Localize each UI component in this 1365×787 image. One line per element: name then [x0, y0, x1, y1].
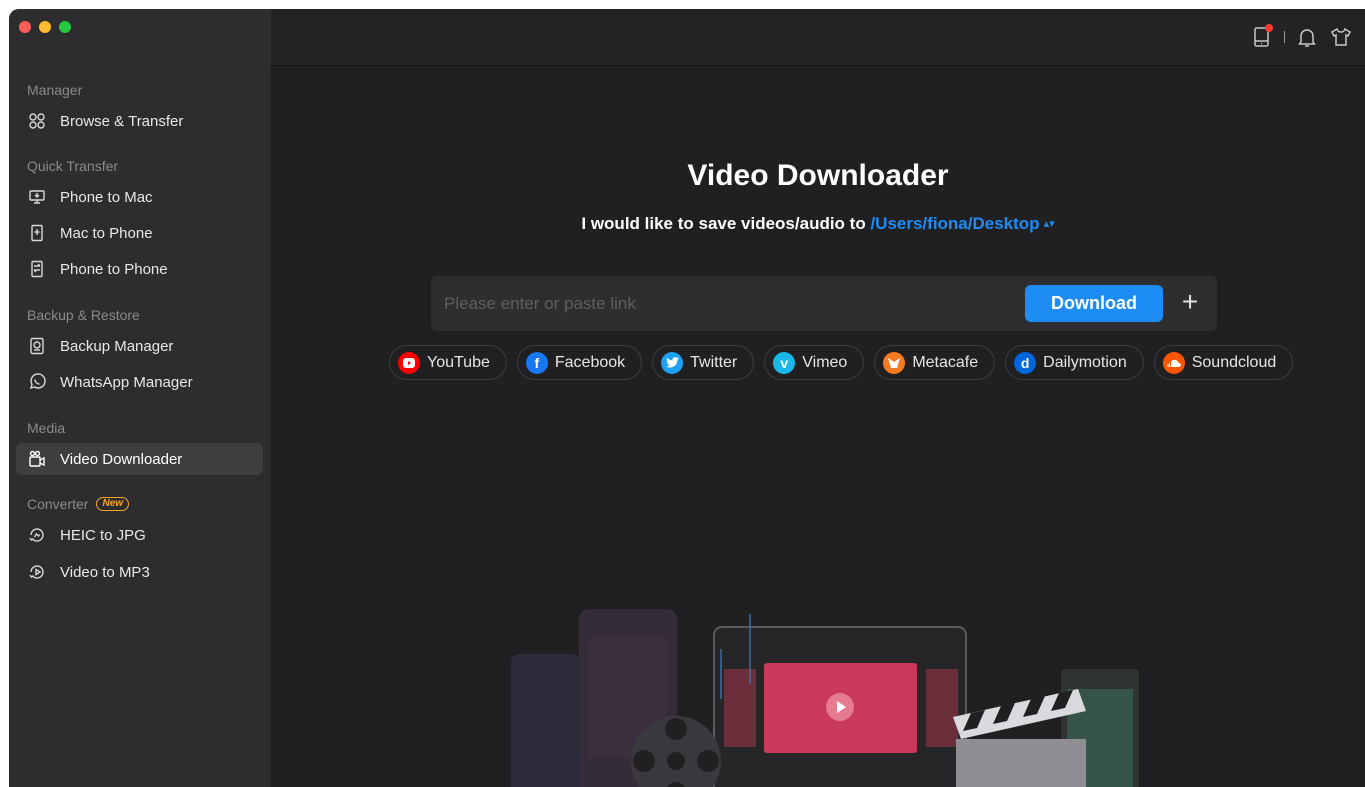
save-path-text: /Users/fiona/Desktop — [870, 214, 1040, 233]
save-path-selector[interactable]: /Users/fiona/Desktop ▴▾ — [870, 214, 1054, 233]
soundcloud-icon — [1162, 351, 1185, 374]
sidebar-item-heic-to-jpg[interactable]: HEIC to JPG — [16, 519, 263, 551]
sidebar-item-label: Browse & Transfer — [60, 112, 184, 130]
twitter-icon — [661, 351, 684, 374]
bell-icon[interactable] — [1295, 25, 1319, 49]
section-manager: Manager — [27, 82, 82, 98]
sidebar-item-phone-to-phone[interactable]: Phone to Phone — [16, 253, 263, 285]
main-content: Video Downloader I would like to save vi… — [271, 9, 1365, 787]
clapperboard-illustration — [956, 739, 1086, 787]
app-window: Manager Browse & Transfer Quick Transfer… — [9, 9, 1365, 787]
updown-chevron-icon: ▴▾ — [1043, 218, 1055, 230]
close-window-button[interactable] — [19, 21, 31, 33]
site-dailymotion[interactable]: d Dailymotion — [1005, 345, 1144, 380]
mac-to-phone-icon — [28, 224, 46, 242]
top-toolbar — [271, 9, 1365, 66]
section-backup-restore: Backup & Restore — [27, 307, 140, 323]
devices-illustration — [511, 609, 1139, 787]
whatsapp-icon — [28, 373, 46, 391]
shirt-icon[interactable] — [1329, 25, 1353, 49]
sidebar-item-whatsapp-manager[interactable]: WhatsApp Manager — [16, 366, 263, 398]
sidebar-item-label: WhatsApp Manager — [60, 373, 193, 391]
site-label: Metacafe — [912, 353, 979, 371]
sidebar-item-label: HEIC to JPG — [60, 526, 146, 544]
zoom-window-button[interactable] — [59, 21, 71, 33]
youtube-icon — [398, 351, 420, 374]
site-vimeo[interactable]: v Vimeo — [764, 345, 865, 380]
link-input[interactable] — [431, 276, 1011, 331]
device-icon[interactable] — [1250, 24, 1274, 49]
section-title: Manager — [27, 82, 83, 98]
site-label: Vimeo — [802, 353, 848, 371]
link-input-container: Download + — [431, 276, 1217, 331]
phone-illustration-left — [511, 654, 581, 787]
toolbar-icons — [1250, 24, 1353, 49]
backup-icon — [28, 337, 46, 355]
video-camera-icon — [28, 450, 46, 468]
section-quick-transfer: Quick Transfer — [27, 158, 118, 174]
phone-to-mac-icon — [28, 188, 46, 206]
site-label: Soundcloud — [1191, 353, 1277, 371]
sidebar-item-label: Video Downloader — [60, 450, 183, 468]
metacafe-icon — [883, 351, 906, 374]
sidebar-item-phone-to-mac[interactable]: Phone to Mac — [16, 181, 263, 213]
site-label: Facebook — [554, 353, 626, 371]
download-button[interactable]: Download — [1025, 285, 1163, 322]
section-title: Media — [27, 420, 66, 436]
phone-to-phone-icon — [28, 260, 46, 278]
window-controls — [19, 21, 71, 33]
sidebar-item-mac-to-phone[interactable]: Mac to Phone — [16, 217, 263, 249]
sidebar-item-label: Mac to Phone — [60, 224, 153, 242]
notification-dot — [1265, 24, 1273, 32]
vimeo-icon: v — [773, 351, 796, 374]
site-soundcloud[interactable]: Soundcloud — [1153, 345, 1294, 380]
sidebar-item-label: Phone to Mac — [60, 188, 153, 206]
section-media: Media — [27, 420, 65, 436]
video-convert-icon — [28, 563, 46, 581]
section-title: Backup & Restore — [27, 307, 140, 323]
sidebar-item-label: Phone to Phone — [60, 260, 168, 278]
new-badge: New — [96, 497, 130, 511]
sidebar-item-video-downloader[interactable]: Video Downloader — [16, 443, 263, 475]
sidebar-item-video-to-mp3[interactable]: Video to MP3 — [16, 556, 263, 588]
site-youtube[interactable]: YouTube — [389, 345, 507, 380]
dailymotion-icon: d — [1014, 351, 1037, 374]
toolbar-divider — [1284, 31, 1285, 43]
save-location-line: I would like to save videos/audio to /Us… — [271, 214, 1365, 234]
page-title: Video Downloader — [687, 159, 949, 192]
site-label: Twitter — [690, 353, 738, 371]
heic-convert-icon — [28, 526, 46, 544]
supported-sites: YouTube f Facebook Twitter v Vimeo Metac… — [389, 345, 1294, 380]
sidebar-item-label: Video to MP3 — [60, 563, 150, 581]
site-twitter[interactable]: Twitter — [652, 345, 755, 380]
facebook-icon: f — [525, 351, 548, 374]
site-label: Dailymotion — [1043, 353, 1127, 371]
section-title: Quick Transfer — [27, 158, 119, 174]
sidebar: Manager Browse & Transfer Quick Transfer… — [9, 9, 271, 787]
sidebar-item-label: Backup Manager — [60, 337, 174, 355]
site-metacafe[interactable]: Metacafe — [874, 345, 996, 380]
save-prefix: I would like to save videos/audio to — [581, 214, 866, 233]
section-converter: Converter New — [27, 496, 130, 512]
add-link-button[interactable]: + — [1177, 287, 1203, 319]
video-thumb-right — [926, 669, 958, 747]
sidebar-item-browse-transfer[interactable]: Browse & Transfer — [16, 105, 263, 137]
site-facebook[interactable]: f Facebook — [516, 345, 643, 380]
sidebar-item-backup-manager[interactable]: Backup Manager — [16, 330, 263, 362]
section-title: Converter — [27, 496, 89, 512]
site-label: YouTube — [427, 353, 490, 371]
minimize-window-button[interactable] — [39, 21, 51, 33]
browse-icon — [28, 112, 46, 130]
video-thumb-left — [724, 669, 756, 747]
